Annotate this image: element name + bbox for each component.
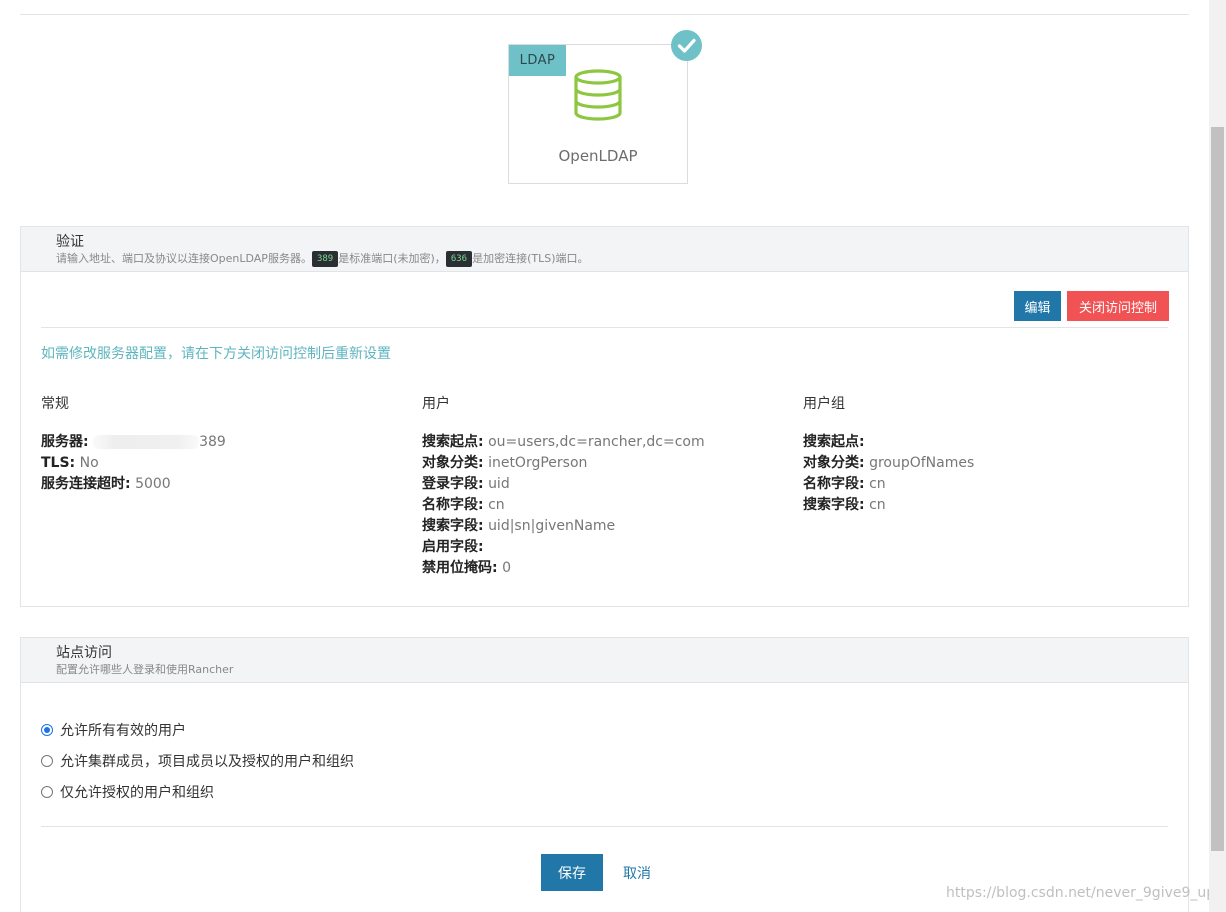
field-value: 389 — [199, 434, 226, 450]
user-enabled-field-row: 启用字段: — [422, 537, 792, 558]
field-label: 对象分类: — [803, 455, 865, 471]
provider-name: OpenLDAP — [558, 147, 638, 165]
column-title: 用户 — [422, 396, 450, 412]
access-option-cluster-project-members[interactable]: 允许集群成员，项目成员以及授权的用户和组织 — [41, 751, 354, 771]
column-title: 常规 — [41, 396, 69, 412]
user-disabled-mask-row: 禁用位掩码: 0 — [422, 558, 792, 579]
field-label: 启用字段: — [422, 539, 484, 555]
access-option-all-users[interactable]: 允许所有有效的用户 — [41, 720, 186, 740]
cancel-link[interactable]: 取消 — [623, 863, 651, 883]
desc-text: 是标准端口(未加密)， — [338, 252, 446, 265]
section-description: 配置允许哪些人登录和使用Rancher — [56, 663, 234, 676]
radio-label: 仅允许授权的用户和组织 — [60, 785, 214, 801]
port-chip: 636 — [445, 251, 473, 267]
info-note: 如需修改服务器配置，请在下方关闭访问控制后重新设置 — [41, 346, 391, 362]
user-name-field-row: 名称字段: cn — [422, 495, 792, 516]
disable-access-control-button[interactable]: 关闭访问控制 — [1067, 291, 1169, 321]
field-value: groupOfNames — [869, 455, 975, 471]
radio-button[interactable] — [41, 755, 53, 767]
field-value: 5000 — [135, 476, 171, 492]
radio-button[interactable] — [41, 724, 53, 736]
field-value: cn — [869, 497, 886, 513]
provider-badge: LDAP — [509, 45, 566, 76]
redacted-server-address — [93, 435, 200, 449]
radio-button[interactable] — [41, 786, 53, 798]
user-object-class-row: 对象分类: inetOrgPerson — [422, 453, 792, 474]
divider — [41, 826, 1168, 827]
auth-section: 验证 请输入地址、端口及协议以连接OpenLDAP服务器。 389 是标准端口(未加… — [20, 226, 1189, 607]
field-value: uid|sn|givenName — [488, 518, 616, 534]
desc-text: 请输入地址、端口及协议以连接OpenLDAP服务器。 — [56, 252, 312, 265]
radio-label: 允许所有有效的用户 — [60, 723, 186, 739]
field-label: 对象分类: — [422, 455, 484, 471]
field-value: 0 — [502, 560, 511, 576]
field-label: 禁用位掩码: — [422, 560, 498, 576]
user-login-field-row: 登录字段: uid — [422, 474, 792, 495]
site-access-header: 站点访问 配置允许哪些人登录和使用Rancher — [21, 638, 1188, 683]
section-title: 站点访问 — [56, 645, 112, 661]
field-label: 服务器: — [41, 434, 89, 450]
column-title: 用户组 — [803, 396, 845, 412]
field-value: uid — [488, 476, 510, 492]
field-label: 名称字段: — [422, 497, 484, 513]
field-value: inetOrgPerson — [488, 455, 588, 471]
field-label: 搜索起点: — [422, 434, 484, 450]
group-object-class-row: 对象分类: groupOfNames — [803, 453, 1173, 474]
divider — [20, 14, 1189, 15]
server-row: 服务器: 389 — [41, 432, 411, 453]
auth-section-header: 验证 请输入地址、端口及协议以连接OpenLDAP服务器。 389 是标准端口(未加… — [21, 227, 1188, 272]
field-label: 搜索字段: — [422, 518, 484, 534]
field-label: 服务连接超时: — [41, 476, 131, 492]
radio-label: 允许集群成员，项目成员以及授权的用户和组织 — [60, 754, 354, 770]
page: LDAP OpenLDAP 验证 请输入地址、端口及协议以连接OpenLDAP服… — [0, 0, 1226, 912]
group-search-field-row: 搜索字段: cn — [803, 495, 1173, 516]
group-search-base-row: 搜索起点: — [803, 432, 1173, 453]
general-column: 常规 服务器: 389 TLS: No 服务连接超时: 5000 — [41, 393, 411, 495]
field-value: No — [79, 455, 99, 471]
site-access-section: 站点访问 配置允许哪些人登录和使用Rancher 允许所有有效的用户 允许集群成… — [20, 637, 1189, 912]
edit-button[interactable]: 编辑 — [1014, 291, 1061, 321]
field-value: cn — [488, 497, 505, 513]
access-option-authorized-only[interactable]: 仅允许授权的用户和组织 — [41, 782, 214, 802]
user-search-field-row: 搜索字段: uid|sn|givenName — [422, 516, 792, 537]
desc-text: 是加密连接(TLS)端口。 — [472, 252, 589, 265]
database-icon — [574, 69, 622, 121]
user-search-base-row: 搜索起点: ou=users,dc=rancher,dc=com — [422, 432, 792, 453]
provider-card-openldap[interactable]: LDAP OpenLDAP — [508, 44, 688, 184]
tls-row: TLS: No — [41, 453, 411, 474]
field-label: 名称字段: — [803, 476, 865, 492]
timeout-row: 服务连接超时: 5000 — [41, 474, 411, 495]
users-column: 用户 搜索起点: ou=users,dc=rancher,dc=com 对象分类… — [422, 393, 792, 579]
divider — [41, 327, 1168, 328]
scrollbar-thumb[interactable] — [1211, 127, 1224, 851]
save-button[interactable]: 保存 — [541, 854, 603, 891]
field-label: TLS: — [41, 455, 76, 471]
group-name-field-row: 名称字段: cn — [803, 474, 1173, 495]
field-value: cn — [869, 476, 886, 492]
watermark: https://blog.csdn.net/never_9give9_up — [946, 885, 1216, 901]
field-label: 搜索字段: — [803, 497, 865, 513]
section-title: 验证 — [56, 234, 84, 250]
check-icon — [671, 30, 702, 61]
port-chip: 389 — [311, 251, 339, 267]
field-label: 搜索起点: — [803, 434, 865, 450]
field-label: 登录字段: — [422, 476, 484, 492]
groups-column: 用户组 搜索起点: 对象分类: groupOfNames 名称字段: cn 搜索… — [803, 393, 1173, 516]
section-description: 请输入地址、端口及协议以连接OpenLDAP服务器。 389 是标准端口(未加密)，… — [56, 251, 1188, 267]
field-value: ou=users,dc=rancher,dc=com — [488, 434, 705, 450]
